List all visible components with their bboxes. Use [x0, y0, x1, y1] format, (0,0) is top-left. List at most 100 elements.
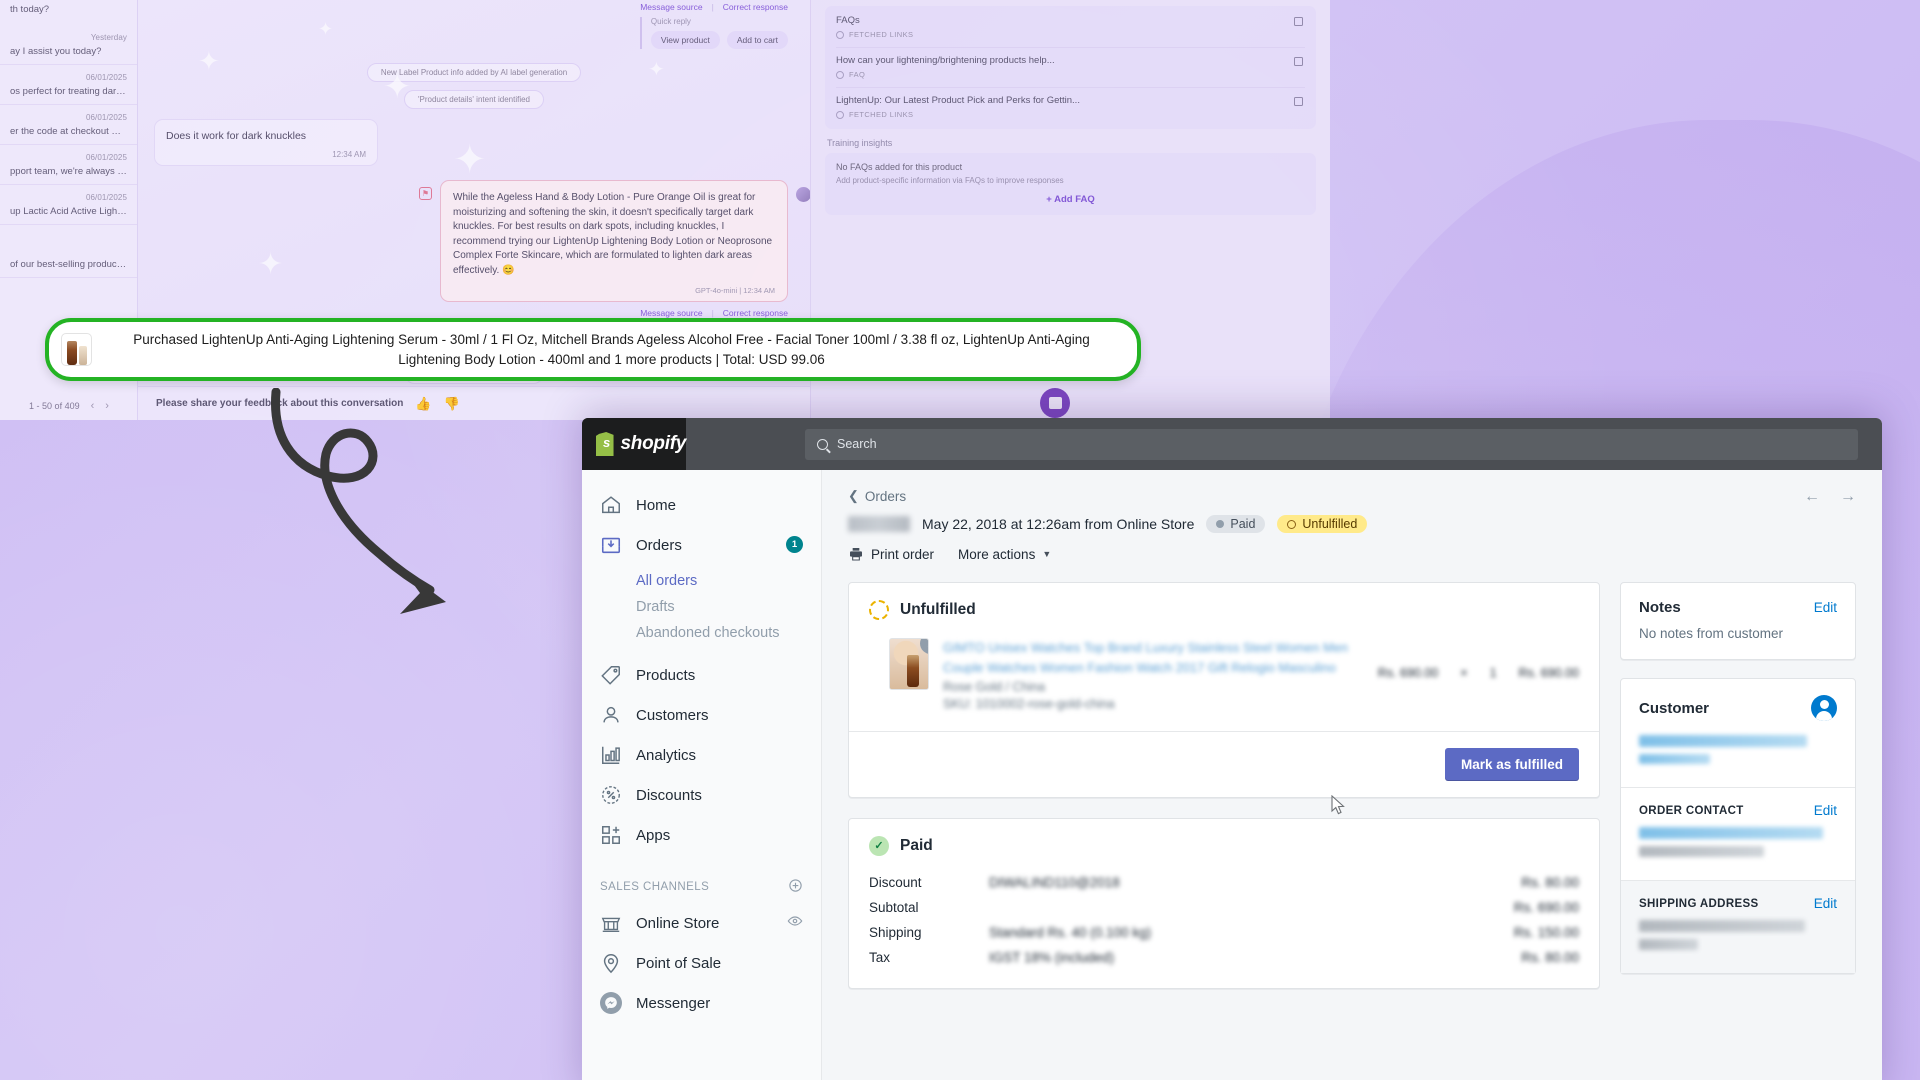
sales-channels-label: SALES CHANNELS — [600, 881, 710, 893]
order-navigation: ← → — [1804, 488, 1856, 506]
sidebar-item-online-store[interactable]: Online Store — [582, 906, 821, 940]
customer-orders-masked[interactable] — [1639, 754, 1711, 764]
shipping-address-edit-link[interactable]: Edit — [1814, 896, 1837, 911]
next-order-icon[interactable]: → — [1840, 488, 1856, 506]
payment-row: Shipping Standard Rs. 40 (0.100 kg) Rs. … — [869, 920, 1579, 945]
sidebar-item-all-orders[interactable]: All orders — [582, 568, 821, 594]
shipping-address-line2-masked — [1639, 939, 1699, 950]
correct-response-link[interactable]: Correct response — [723, 2, 788, 12]
external-link-icon[interactable] — [1294, 97, 1303, 106]
add-faq-label: Add FAQ — [1054, 194, 1095, 205]
external-link-icon[interactable] — [1294, 17, 1303, 26]
message-model-time: GPT-4o-mini | 12:34 AM — [695, 286, 775, 296]
sidebar-item-drafts[interactable]: Drafts — [582, 594, 821, 620]
customer-email-masked[interactable] — [1639, 827, 1824, 839]
payment-row-amount: Rs. 80.00 — [1521, 874, 1579, 890]
chat-widget-launcher[interactable] — [1040, 388, 1070, 418]
payment-row: Tax IGST 18% (included) Rs. 80.00 — [869, 945, 1579, 970]
eye-icon[interactable] — [787, 913, 803, 933]
sidebar-item-discounts[interactable]: Discounts — [582, 778, 821, 812]
line-item-name[interactable]: GIMTO Unisex Watches Top Brand Luxury St… — [943, 638, 1364, 678]
order-number-masked — [848, 516, 910, 532]
list-item[interactable]: FAQs FETCHED LINKS — [836, 8, 1305, 48]
orders-badge: 1 — [786, 536, 803, 553]
shopify-bag-icon — [596, 432, 614, 456]
breadcrumb[interactable]: ❮ Orders — [848, 488, 1856, 504]
message-text: While the Ageless Hand & Body Lotion - P… — [453, 192, 773, 276]
payment-row-detail: DIWALIND110@2018 — [989, 874, 1120, 890]
notes-edit-link[interactable]: Edit — [1814, 600, 1837, 615]
message-text: Does it work for dark knuckles — [166, 130, 307, 142]
fulfillment-card-header: Unfulfilled — [849, 583, 1599, 628]
shopify-topbar: shopify Search — [582, 418, 1882, 470]
shopify-admin-window: shopify Search Home — [582, 418, 1882, 1080]
message-source-link[interactable]: Message source — [640, 2, 702, 12]
list-item[interactable]: of our best-selling products to me... — [0, 225, 137, 278]
sidebar-item-customers[interactable]: Customers — [582, 698, 821, 732]
sidebar-item-apps[interactable]: Apps — [582, 818, 821, 852]
next-page-icon[interactable]: › — [105, 400, 109, 412]
more-actions-label: More actions — [958, 546, 1036, 562]
action-divider: | — [711, 308, 714, 319]
conversation-top-snippet: th today? — [10, 4, 50, 15]
status-badge-payment: Paid — [1206, 515, 1266, 533]
quick-reply-chip[interactable]: Add to cart — [726, 31, 788, 49]
correct-response-link[interactable]: Correct response — [723, 308, 788, 318]
line-item-unit-price: Rs. 690.00 — [1377, 666, 1439, 680]
sidebar-item-messenger[interactable]: Messenger — [582, 986, 821, 1020]
payment-row-amount: Rs. 80.00 — [1521, 949, 1579, 965]
curved-arrow-icon — [271, 388, 446, 614]
training-insights-label: Training insights — [827, 138, 893, 148]
prev-page-icon[interactable]: ‹ — [91, 400, 95, 412]
add-channel-icon[interactable] — [788, 878, 803, 896]
message-time: 12:34 AM — [332, 150, 366, 160]
sidebar-item-home[interactable]: Home — [582, 488, 821, 522]
fulfillment-card: Unfulfilled 1 GIMTO Unisex Watches Top B… — [848, 582, 1600, 798]
sidebar-item-point-of-sale[interactable]: Point of Sale — [582, 946, 821, 980]
message-source-link[interactable]: Message source — [640, 308, 702, 318]
sales-channels-header: SALES CHANNELS — [582, 878, 821, 896]
external-link-icon[interactable] — [1294, 57, 1303, 66]
paid-status-icon — [869, 835, 889, 856]
insight-headline: No FAQs added for this product — [836, 162, 963, 172]
list-item[interactable]: LightenUp: Our Latest Product Pick and P… — [836, 88, 1305, 127]
sidebar-item-abandoned-checkouts[interactable]: Abandoned checkouts — [582, 620, 821, 646]
link-title: LightenUp: Our Latest Product Pick and P… — [836, 95, 1080, 106]
order-contact-label: ORDER CONTACT — [1639, 804, 1744, 817]
list-item[interactable]: How can your lightening/brightening prod… — [836, 48, 1305, 88]
list-item[interactable]: Yesterday ay I assist you today? — [0, 25, 137, 65]
list-item-date: 06/01/2025 — [85, 153, 127, 162]
list-item[interactable]: 06/01/2025 pport team, we're always happ… — [0, 145, 137, 185]
shopify-logo[interactable]: shopify — [582, 418, 686, 470]
customer-card: Customer ORDER CONTACT Edit SHIPPING ADD… — [1620, 678, 1856, 974]
payment-title: Paid — [900, 836, 933, 854]
search-input[interactable]: Search — [805, 428, 1858, 460]
apps-icon — [600, 824, 622, 846]
mark-as-fulfilled-button[interactable]: Mark as fulfilled — [1444, 747, 1579, 781]
quick-reply-chip[interactable]: View product — [650, 31, 720, 49]
list-item[interactable]: 06/01/2025 os perfect for treating dark.… — [0, 65, 137, 105]
fetched-links-section: FAQs FETCHED LINKS How can your lighteni… — [825, 6, 1316, 129]
print-order-button[interactable]: Print order — [848, 546, 934, 562]
fulfillment-card-footer: Mark as fulfilled — [849, 730, 1599, 797]
order-contact-edit-link[interactable]: Edit — [1814, 803, 1837, 818]
action-divider: | — [711, 2, 714, 12]
sidebar-item-analytics[interactable]: Analytics — [582, 738, 821, 772]
purchase-summary-text: Purchased LightenUp Anti-Aging Lightenin… — [133, 332, 1090, 367]
sidebar-item-orders[interactable]: Orders 1 — [582, 528, 821, 562]
previous-order-icon[interactable]: ← — [1804, 488, 1820, 506]
customer-name-masked[interactable] — [1639, 735, 1808, 747]
screenshot-root: th today? Yesterday ay I assist you toda… — [0, 0, 1920, 1080]
more-actions-button[interactable]: More actions ▼ — [958, 547, 1051, 562]
customer-title: Customer — [1639, 699, 1710, 717]
status-dot-icon — [1216, 520, 1225, 528]
list-item[interactable]: 06/01/2025 up Lactic Acid Active Lighten… — [0, 185, 137, 225]
flag-icon[interactable]: ⚑ — [419, 187, 432, 201]
payment-row-label: Tax — [869, 949, 891, 965]
list-item[interactable]: 06/01/2025 er the code at checkout when.… — [0, 105, 137, 145]
payment-row-label: Shipping — [869, 924, 922, 940]
add-faq-button[interactable]: + Add FAQ — [836, 194, 1305, 205]
sidebar-item-products[interactable]: Products — [582, 658, 821, 692]
order-header: May 22, 2018 at 12:26am from Online Stor… — [848, 515, 1856, 533]
order-contact-section: ORDER CONTACT Edit — [1621, 787, 1855, 880]
